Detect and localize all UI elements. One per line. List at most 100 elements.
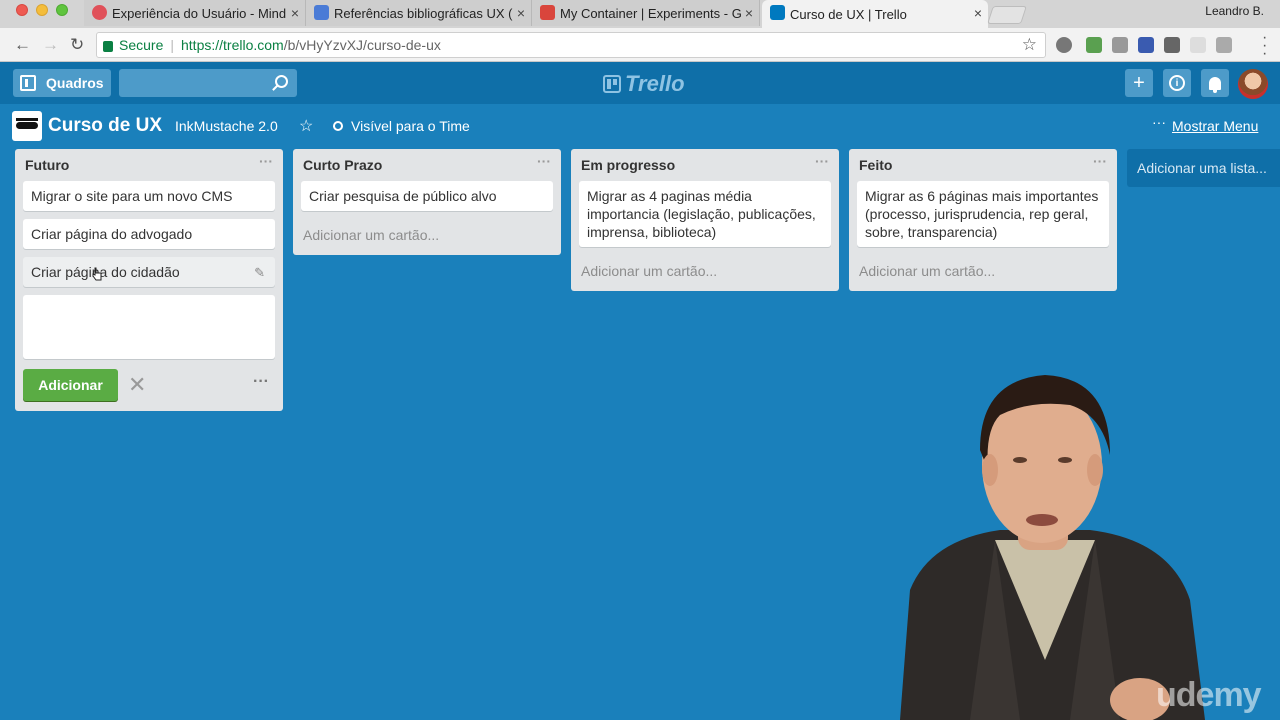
minimize-window-button[interactable]	[36, 4, 48, 16]
extension-puzzle-icon[interactable]	[1086, 37, 1102, 53]
trello-header: Quadros Trello + i	[0, 62, 1280, 104]
udemy-watermark: udemy	[1156, 676, 1262, 714]
browser-tab[interactable]: My Container | Experiments - G ×	[532, 0, 760, 26]
composer-controls: Adicionar ✕ ···	[15, 367, 283, 411]
browser-tab-active[interactable]: Curso de UX | Trello ×	[762, 0, 988, 28]
bookmark-star-icon[interactable]: ☆	[1022, 35, 1037, 55]
browser-tab-strip: Experiência do Usuário - Mind × Referênc…	[0, 0, 1280, 28]
extension-icon[interactable]	[1190, 37, 1206, 53]
profile-name[interactable]: Leandro B.	[1205, 4, 1264, 18]
add-card-button[interactable]: Adicionar	[23, 369, 118, 401]
board-title[interactable]: Curso de UX	[48, 115, 162, 137]
star-board-icon[interactable]: ☆	[299, 116, 313, 136]
card[interactable]: Criar página do advogado	[23, 219, 275, 249]
team-name[interactable]: InkMustache 2.0	[175, 118, 278, 134]
list-title[interactable]: Futuro	[25, 157, 69, 173]
card[interactable]: Criar página do cidadão ✎	[23, 257, 275, 287]
list-curto-prazo: Curto Prazo ··· Criar pesquisa de públic…	[293, 149, 561, 255]
list-feito: Feito ··· Migrar as 6 páginas mais impor…	[849, 149, 1117, 291]
extension-icon[interactable]	[1216, 37, 1232, 53]
info-button[interactable]: i	[1163, 69, 1191, 97]
pencil-icon[interactable]: ✎	[254, 264, 265, 282]
mustache-icon	[16, 118, 38, 129]
card[interactable]: Criar pesquisa de público alvo	[301, 181, 553, 211]
new-tab-button[interactable]	[987, 6, 1027, 24]
team-logo	[12, 111, 42, 141]
list-header[interactable]: Feito ···	[849, 149, 1117, 179]
close-tab-icon[interactable]: ×	[974, 5, 982, 21]
recycle-extension-icon[interactable]	[1056, 37, 1072, 53]
plus-icon: +	[1133, 71, 1145, 94]
list-menu-icon[interactable]: ···	[815, 153, 829, 169]
list-header[interactable]: Curto Prazo ···	[293, 149, 561, 179]
google-docs-favicon-icon	[314, 5, 329, 20]
more-options-icon[interactable]: ···	[253, 373, 269, 391]
avatar[interactable]	[1238, 69, 1268, 99]
card-title: Migrar as 4 paginas média importancia (l…	[587, 188, 816, 240]
card-title: Migrar o site para um novo CMS	[31, 188, 233, 204]
list-header[interactable]: Em progresso ···	[571, 149, 839, 179]
boards-button[interactable]: Quadros	[13, 69, 111, 97]
back-arrow-icon[interactable]: ←	[14, 35, 31, 55]
visibility-button[interactable]: Visível para o Time	[333, 118, 470, 134]
tab-title: My Container | Experiments - G	[560, 5, 742, 21]
list-title[interactable]: Em progresso	[581, 157, 675, 173]
list-futuro: Futuro ··· Migrar o site para um novo CM…	[15, 149, 283, 411]
trello-favicon-icon	[770, 5, 785, 20]
browser-toolbar: ← → ↻ Secure | https://trello.com /b/vHy…	[0, 28, 1280, 62]
address-bar[interactable]: Secure | https://trello.com /b/vHyYzvXJ/…	[96, 32, 1046, 58]
hand-cursor-icon	[92, 267, 102, 281]
browser-tab[interactable]: Referências bibliográficas UX ( ×	[306, 0, 532, 26]
close-tab-icon[interactable]: ×	[517, 5, 525, 21]
zotero-extension-icon[interactable]	[1138, 37, 1154, 53]
forward-arrow-icon[interactable]: →	[42, 35, 59, 55]
separator: |	[170, 37, 174, 53]
tab-title: Experiência do Usuário - Mind	[112, 5, 287, 21]
add-card-link[interactable]: Adicionar um cartão...	[293, 219, 561, 255]
trello-logo-icon	[603, 75, 621, 93]
list-menu-icon[interactable]: ···	[1093, 153, 1107, 169]
card[interactable]: Migrar as 4 paginas média importancia (l…	[579, 181, 831, 247]
close-tab-icon[interactable]: ×	[745, 5, 753, 21]
trello-logo[interactable]: Trello	[603, 71, 685, 97]
card[interactable]: Migrar o site para um novo CMS	[23, 181, 275, 211]
close-window-button[interactable]	[16, 4, 28, 16]
zoom-window-button[interactable]	[56, 4, 68, 16]
browser-menu-icon[interactable]: · · ·	[1262, 30, 1267, 62]
ellipsis-icon: ···	[1152, 114, 1166, 130]
tab-title: Referências bibliográficas UX (	[334, 5, 513, 21]
list-em-progresso: Em progresso ··· Migrar as 4 paginas méd…	[571, 149, 839, 291]
search-input[interactable]	[119, 69, 297, 97]
list-header[interactable]: Futuro ···	[15, 149, 283, 179]
close-tab-icon[interactable]: ×	[291, 5, 299, 21]
add-card-link[interactable]: Adicionar um cartão...	[571, 255, 839, 291]
url-path: /b/vHyYzvXJ/curso-de-ux	[283, 37, 441, 53]
lock-icon	[103, 40, 113, 52]
browser-tab[interactable]: Experiência do Usuário - Mind ×	[84, 0, 306, 26]
new-card-textarea[interactable]	[23, 295, 275, 359]
list-title[interactable]: Curto Prazo	[303, 157, 382, 173]
bell-icon	[1209, 76, 1221, 93]
show-menu-link[interactable]: Mostrar Menu	[1172, 118, 1258, 134]
close-icon[interactable]: ✕	[128, 372, 146, 398]
card[interactable]: Migrar as 6 páginas mais importantes (pr…	[857, 181, 1109, 247]
notifications-button[interactable]	[1201, 69, 1229, 97]
list-menu-icon[interactable]: ···	[537, 153, 551, 169]
list-menu-icon[interactable]: ···	[259, 153, 273, 169]
create-button[interactable]: +	[1125, 69, 1153, 97]
team-icon	[333, 121, 343, 131]
info-icon: i	[1169, 75, 1185, 91]
search-icon[interactable]	[275, 75, 288, 88]
list-title[interactable]: Feito	[859, 157, 892, 173]
extension-icon[interactable]	[1164, 37, 1180, 53]
secure-label: Secure	[119, 37, 164, 53]
card-title: Criar página do advogado	[31, 226, 193, 242]
visibility-label: Visível para o Time	[351, 118, 470, 134]
card-title: Criar página do cidadão	[31, 264, 180, 280]
boards-icon	[20, 75, 36, 91]
extension-icon[interactable]	[1112, 37, 1128, 53]
reload-icon[interactable]: ↻	[70, 35, 84, 55]
boards-label: Quadros	[46, 75, 104, 91]
add-list-button[interactable]: Adicionar uma lista...	[1127, 149, 1280, 187]
add-card-link[interactable]: Adicionar um cartão...	[849, 255, 1117, 291]
